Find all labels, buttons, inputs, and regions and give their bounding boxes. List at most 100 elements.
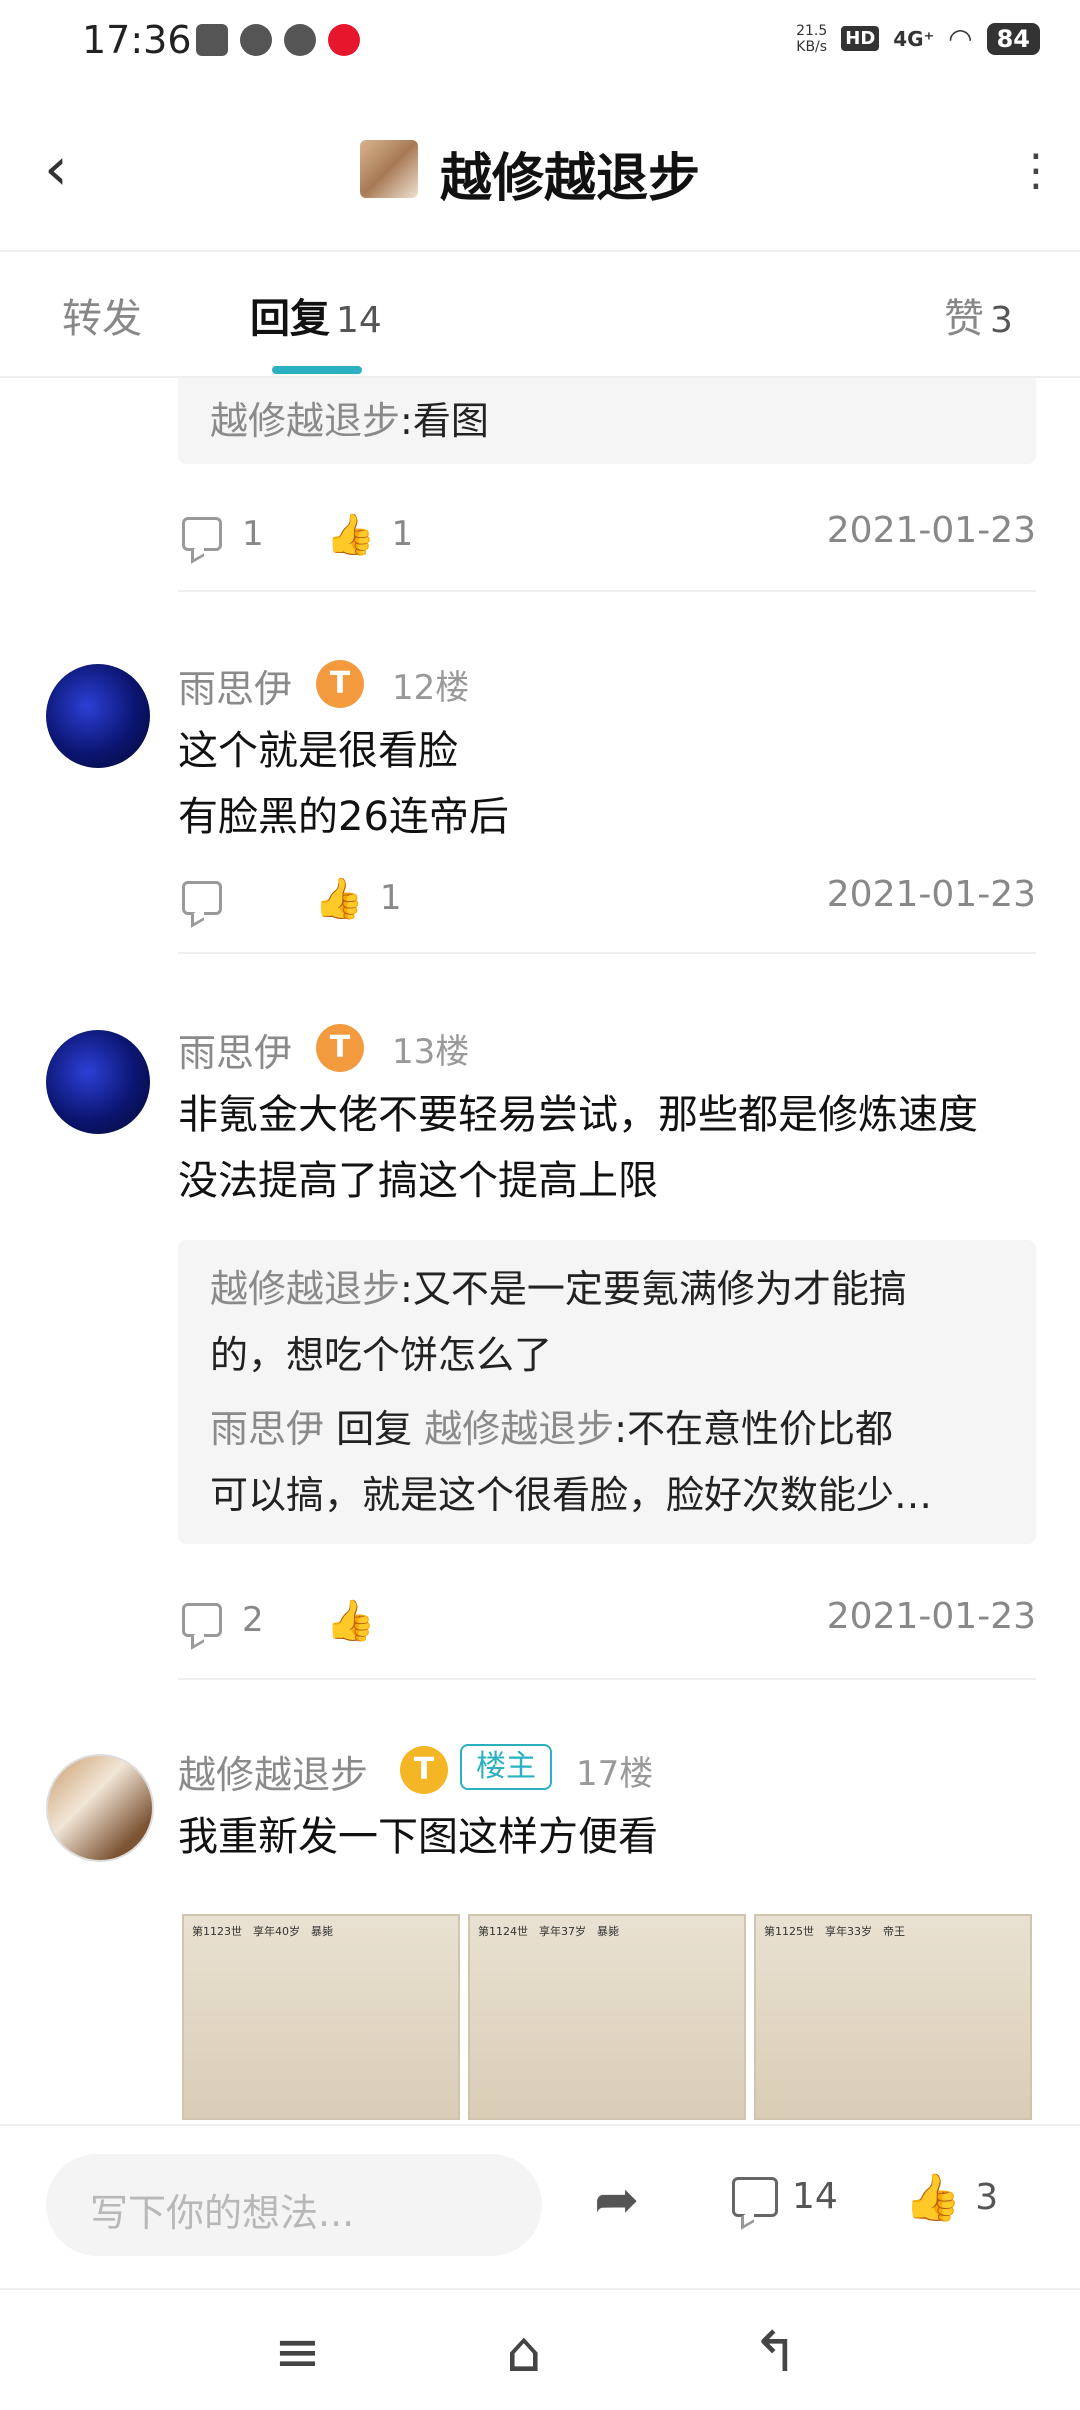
back-button[interactable]: ‹	[44, 134, 104, 204]
post-date: 2021-01-23	[826, 1596, 1036, 1637]
thumbs-up-icon: 👍	[904, 2170, 962, 2224]
comment-icon	[182, 881, 222, 915]
comment-total: 14	[792, 2176, 838, 2217]
level-badge: T	[316, 1024, 364, 1072]
page-title: 越修越退步	[440, 149, 701, 209]
like-count: 1	[379, 878, 402, 918]
battery-icon: 84	[986, 22, 1040, 55]
comment-input[interactable]: 写下你的想法...	[46, 2154, 542, 2256]
level-badge: T	[316, 660, 364, 708]
quote-username[interactable]: 越修越退步	[210, 399, 400, 443]
quote-username[interactable]: 雨思伊	[210, 1407, 324, 1451]
nested-reply[interactable]: 雨思伊 回复 越修越退步:不在意性价比都 可以搞，就是这个很看脸，脸好次数能少…	[210, 1396, 1004, 1528]
nested-reply[interactable]: 越修越退步:又不是一定要氪满修为才能搞 的，想吃个饼怎么了	[210, 1256, 1004, 1388]
like-button[interactable]: 👍 1	[326, 511, 413, 558]
post-date: 2021-01-23	[826, 874, 1036, 915]
username[interactable]: 雨思伊	[178, 658, 292, 713]
comment-button[interactable]: 2	[182, 1600, 264, 1640]
username[interactable]: 雨思伊	[178, 1022, 292, 1077]
reply-text-line: 有脸黑的26连帝后	[178, 794, 509, 840]
like-total: 3	[975, 2177, 999, 2218]
comment-icon	[182, 517, 222, 551]
reply-text-line: 这个就是很看脸	[178, 728, 458, 774]
comment-input-placeholder: 写下你的想法...	[90, 2191, 355, 2235]
avatar[interactable]	[46, 1754, 154, 1862]
comment-button[interactable]	[182, 881, 222, 915]
quote-target-username[interactable]: 越修越退步	[424, 1407, 614, 1451]
tab-like-count: 3	[990, 300, 1013, 341]
avatar[interactable]	[46, 1030, 150, 1134]
title-bar: ‹ 越修越退步 ⋮	[0, 84, 1080, 252]
reply-text[interactable]: 我重新发一下图这样方便看	[178, 1804, 1020, 1870]
post-actions: 2 👍	[182, 1590, 375, 1650]
owner-badge: 楼主	[460, 1744, 552, 1790]
more-button[interactable]: ⋮	[1014, 136, 1058, 206]
gallery-notification-icon	[196, 24, 228, 56]
quoted-reply[interactable]: 越修越退步:看图	[178, 378, 1036, 464]
post-date: 2021-01-23	[826, 510, 1036, 551]
like-count: 1	[391, 514, 414, 554]
quote-username[interactable]: 越修越退步	[210, 1267, 400, 1311]
divider	[178, 952, 1036, 954]
tab-repost-label: 转发	[62, 296, 142, 342]
comment-button[interactable]: 1	[182, 514, 264, 554]
quote-text: :不在意性价比都	[614, 1407, 894, 1451]
reply-list[interactable]: 越修越退步:看图 1 👍 1 2021-01-23 雨思伊 T 12楼 这个就是很…	[0, 378, 1080, 2122]
return-icon: ↰	[752, 2320, 799, 2385]
status-time: 17:36	[82, 18, 192, 62]
divider	[178, 1678, 1036, 1680]
avatar[interactable]	[46, 664, 150, 768]
level-badge: T	[400, 1746, 448, 1794]
system-nav-bar: ≡ ⌂ ↰	[0, 2288, 1080, 2410]
home-button[interactable]: ⌂	[506, 2320, 542, 2385]
reply-text-line: 没法提高了搞这个提高上限	[178, 1158, 658, 1204]
wechat-notification-icon	[240, 24, 272, 56]
comment-count: 2	[242, 1600, 264, 1640]
tab-bar: 转发 回复 14 赞3	[0, 252, 1080, 378]
thumbs-up-icon: 👍	[325, 511, 376, 558]
hd-icon: HD	[841, 26, 880, 51]
like-button[interactable]: 👍	[326, 1597, 376, 1644]
tab-reply-label: 回复	[250, 296, 330, 342]
active-tab-indicator	[272, 366, 362, 374]
nested-replies[interactable]: 越修越退步:又不是一定要氪满修为才能搞 的，想吃个饼怎么了 雨思伊 回复 越修越…	[178, 1240, 1036, 1544]
image-caption: 第1124世 享年37岁 暴毙	[478, 1925, 619, 1938]
share-button[interactable]: ➦	[594, 2168, 639, 2231]
divider	[178, 590, 1036, 592]
like-button[interactable]: 👍 1	[314, 875, 401, 922]
status-bar: 17:36 21.5 KB/s HD 4G⁺ ◠ 84	[0, 0, 1080, 84]
signal-icon: 4G⁺	[893, 26, 935, 51]
floor-number: 13楼	[392, 1032, 470, 1072]
reply-text-line: 非氪金大佬不要轻易尝试，那些都是修炼速度	[178, 1092, 978, 1138]
attached-image[interactable]: 第1125世 享年33岁 帝王	[754, 1914, 1032, 2120]
tab-reply[interactable]: 回复 14	[250, 286, 382, 344]
like-post-button[interactable]: 👍 3	[904, 2170, 998, 2225]
menu-button[interactable]: ≡	[274, 2320, 321, 2385]
quote-text: :又不是一定要氪满修为才能搞	[400, 1267, 907, 1311]
quote-text: 可以搞，就是这个很看脸，脸好次数能少…	[210, 1473, 933, 1517]
comment-count: 1	[242, 514, 264, 554]
attached-image[interactable]: 第1123世 享年40岁 暴毙	[182, 1914, 460, 2120]
attached-image[interactable]: 第1124世 享年37岁 暴毙	[468, 1914, 746, 2120]
post-actions: 1 👍 1	[182, 504, 413, 564]
more-vertical-icon: ⋮	[1014, 145, 1058, 196]
image-caption: 第1123世 享年40岁 暴毙	[192, 1925, 333, 1938]
comments-button[interactable]: 14	[732, 2176, 838, 2217]
reply-text[interactable]: 这个就是很看脸 有脸黑的26连帝后	[178, 718, 1020, 850]
reply-text[interactable]: 非氪金大佬不要轻易尝试，那些都是修炼速度 没法提高了搞这个提高上限	[178, 1082, 1020, 1214]
floor-number: 12楼	[392, 668, 470, 708]
tab-like[interactable]: 赞3	[944, 286, 1013, 344]
status-right: 21.5 KB/s HD 4G⁺ ◠ 84	[796, 22, 1040, 55]
comment-icon	[182, 1603, 222, 1637]
tab-repost[interactable]: 转发	[62, 286, 142, 344]
username[interactable]: 越修越退步	[178, 1744, 368, 1799]
back-nav-button[interactable]: ↰	[752, 2320, 799, 2385]
chevron-left-icon: ‹	[44, 134, 68, 204]
bottom-action-bar: 写下你的想法... ➦ 14 👍 3	[0, 2124, 1080, 2288]
share-arrow-icon: ➦	[594, 2168, 640, 2231]
menu-icon: ≡	[274, 2320, 321, 2385]
quote-text: 的，想吃个饼怎么了	[210, 1333, 553, 1377]
tab-like-label: 赞	[944, 296, 984, 342]
floor-number: 17楼	[576, 1754, 654, 1794]
wifi-icon: ◠	[948, 22, 973, 55]
